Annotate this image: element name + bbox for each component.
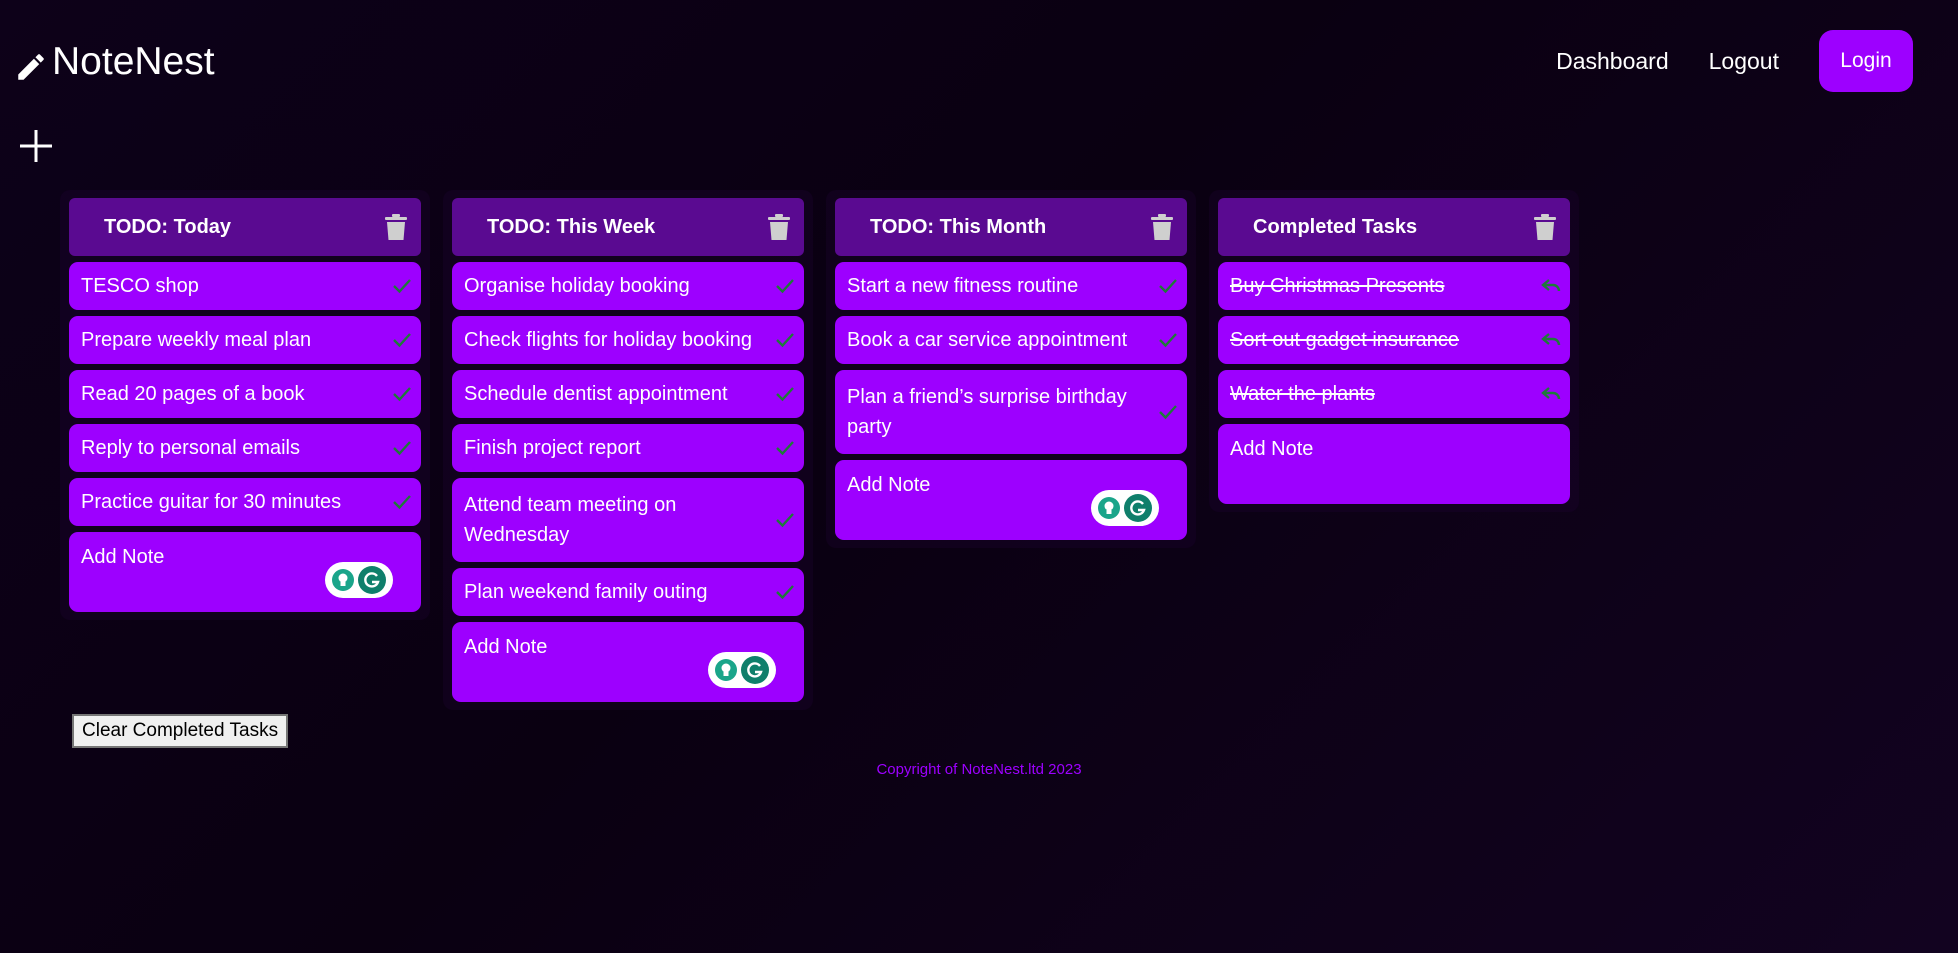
top-bar: NoteNest Dashboard Logout Login <box>0 0 1958 125</box>
note-item[interactable]: Schedule dentist appointment <box>452 370 804 418</box>
note-item[interactable]: Plan weekend family outing <box>452 568 804 616</box>
column-title: Completed Tasks <box>1253 215 1418 238</box>
check-icon[interactable] <box>774 509 796 531</box>
grammarly-icon <box>358 566 386 594</box>
check-icon[interactable] <box>774 581 796 603</box>
column-header: TODO: Today <box>69 198 421 256</box>
note-item[interactable]: TESCO shop <box>69 262 421 310</box>
add-note-placeholder: Add Note <box>81 546 165 568</box>
note-text: Read 20 pages of a book <box>81 383 305 405</box>
note-text: Check flights for holiday booking <box>464 329 752 351</box>
dashboard-link[interactable]: Dashboard <box>1556 48 1669 75</box>
board: TODO: Today TESCO shop Prepare weekly me… <box>60 190 1592 710</box>
completed-note-item[interactable]: Water the plants <box>1218 370 1570 418</box>
plus-icon[interactable] <box>18 128 54 164</box>
add-note-input[interactable]: Add Note <box>1218 424 1570 504</box>
add-note-placeholder: Add Note <box>464 636 548 658</box>
note-item[interactable]: Plan a friend’s surprise birthday party <box>835 370 1187 454</box>
note-text: Schedule dentist appointment <box>464 383 728 405</box>
note-text: Water the plants <box>1230 383 1375 405</box>
note-text: Plan weekend family outing <box>464 581 708 603</box>
column-title: TODO: Today <box>104 215 232 238</box>
note-text: Prepare weekly meal plan <box>81 329 312 351</box>
note-text: Practice guitar for 30 minutes <box>81 491 342 513</box>
pencil-icon <box>18 54 44 80</box>
completed-note-item[interactable]: Buy Christmas Presents <box>1218 262 1570 310</box>
grammarly-widget[interactable] <box>325 562 393 598</box>
lightbulb-icon <box>332 569 354 591</box>
add-note-input[interactable]: Add Note <box>452 622 804 702</box>
note-text: Finish project report <box>464 437 641 459</box>
note-item[interactable]: Practice guitar for 30 minutes <box>69 478 421 526</box>
trash-icon[interactable] <box>1151 214 1173 240</box>
main-nav: Dashboard Logout Login <box>1556 30 1958 92</box>
undo-icon[interactable] <box>1540 383 1562 405</box>
note-text: TESCO shop <box>81 275 199 297</box>
add-note-input[interactable]: Add Note <box>69 532 421 612</box>
logout-link[interactable]: Logout <box>1709 48 1779 75</box>
column-header: Completed Tasks <box>1218 198 1570 256</box>
list-column-completed: Completed Tasks Buy Christmas Presents S… <box>1209 190 1579 512</box>
completed-note-item[interactable]: Sort out gadget insurance <box>1218 316 1570 364</box>
note-item[interactable]: Finish project report <box>452 424 804 472</box>
note-item[interactable]: Reply to personal emails <box>69 424 421 472</box>
clear-completed-button[interactable]: Clear Completed Tasks <box>72 714 289 748</box>
note-item[interactable]: Organise holiday booking <box>452 262 804 310</box>
grammarly-icon <box>1124 494 1152 522</box>
list-column-this-week: TODO: This Week Organise holiday booking… <box>443 190 813 710</box>
login-button[interactable]: Login <box>1819 30 1913 92</box>
check-icon[interactable] <box>391 437 413 459</box>
list-column-this-month: TODO: This Month Start a new fitness rou… <box>826 190 1196 548</box>
lightbulb-icon <box>715 659 737 681</box>
grammarly-widget[interactable] <box>1091 490 1159 526</box>
note-text: Book a car service appointment <box>847 329 1128 351</box>
add-note-placeholder: Add Note <box>1230 438 1314 460</box>
note-item[interactable]: Check flights for holiday booking <box>452 316 804 364</box>
lightbulb-icon <box>1098 497 1120 519</box>
column-header: TODO: This Week <box>452 198 804 256</box>
check-icon[interactable] <box>391 275 413 297</box>
add-note-input[interactable]: Add Note <box>835 460 1187 540</box>
undo-icon[interactable] <box>1540 329 1562 351</box>
note-text: Buy Christmas Presents <box>1230 275 1445 297</box>
undo-icon[interactable] <box>1540 275 1562 297</box>
check-icon[interactable] <box>1157 275 1179 297</box>
list-column-today: TODO: Today TESCO shop Prepare weekly me… <box>60 190 430 620</box>
note-item[interactable]: Read 20 pages of a book <box>69 370 421 418</box>
grammarly-widget[interactable] <box>708 652 776 688</box>
column-title: TODO: This Month <box>870 215 1047 238</box>
brand[interactable]: NoteNest <box>14 36 215 88</box>
check-icon[interactable] <box>391 329 413 351</box>
note-item[interactable]: Attend team meeting on Wednesday <box>452 478 804 562</box>
check-icon[interactable] <box>774 329 796 351</box>
trash-icon[interactable] <box>768 214 790 240</box>
check-icon[interactable] <box>391 383 413 405</box>
note-text: Reply to personal emails <box>81 437 300 459</box>
add-note-placeholder: Add Note <box>847 474 931 496</box>
note-item[interactable]: Start a new fitness routine <box>835 262 1187 310</box>
trash-icon[interactable] <box>1534 214 1556 240</box>
check-icon[interactable] <box>774 275 796 297</box>
check-icon[interactable] <box>774 383 796 405</box>
column-header: TODO: This Month <box>835 198 1187 256</box>
grammarly-icon <box>741 656 769 684</box>
column-title: TODO: This Week <box>487 215 656 238</box>
note-item[interactable]: Prepare weekly meal plan <box>69 316 421 364</box>
note-text: Plan a friend’s surprise birthday party <box>847 386 1127 438</box>
note-text: Attend team meeting on Wednesday <box>464 494 677 546</box>
note-item[interactable]: Book a car service appointment <box>835 316 1187 364</box>
footer-copyright: Copyright of NoteNest.ltd 2023 <box>876 761 1082 778</box>
check-icon[interactable] <box>1157 329 1179 351</box>
check-icon[interactable] <box>391 491 413 513</box>
check-icon[interactable] <box>774 437 796 459</box>
check-icon[interactable] <box>1157 401 1179 423</box>
trash-icon[interactable] <box>385 214 407 240</box>
note-text: Organise holiday booking <box>464 275 690 297</box>
note-text: Start a new fitness routine <box>847 275 1079 297</box>
note-text: Sort out gadget insurance <box>1230 329 1460 351</box>
brand-name: NoteNest <box>52 40 215 83</box>
